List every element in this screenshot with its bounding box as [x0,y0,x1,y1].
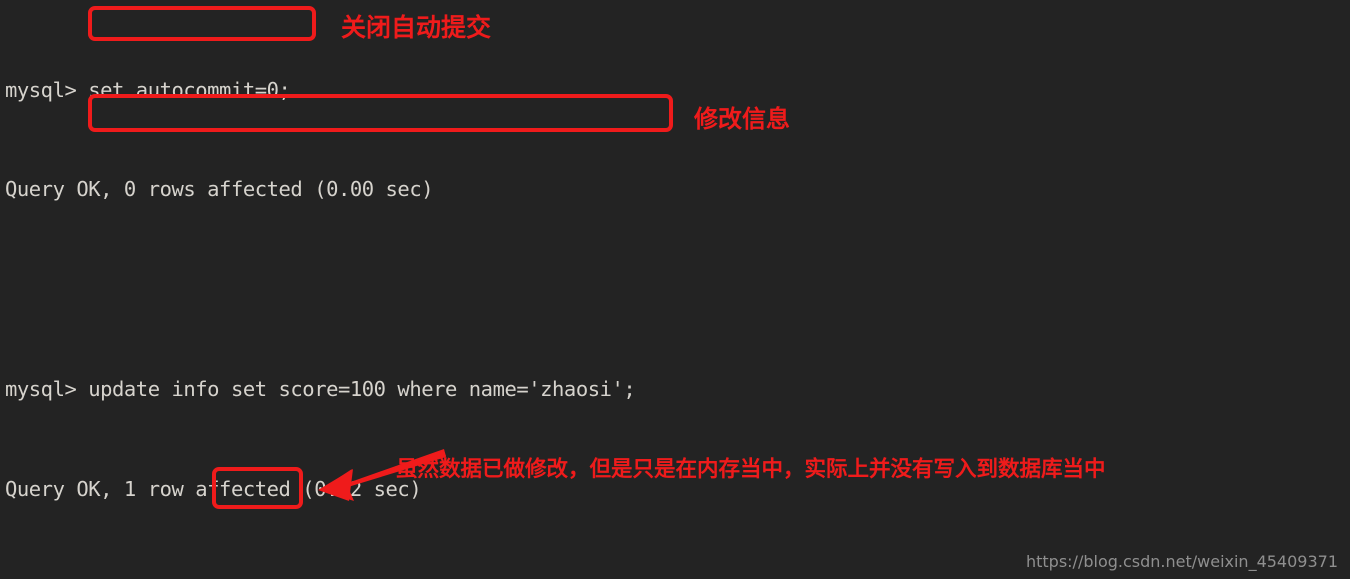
terminal-line-set-autocommit: mysql> set autocommit=0; [5,77,291,102]
terminal-output: mysql> set autocommit=0; Query OK, 0 row… [5,7,1345,579]
watermark-url: https://blog.csdn.net/weixin_45409371 [1025,552,1338,571]
annotation-disable-autocommit: 关闭自动提交 [341,13,492,42]
terminal-line-update: mysql> update info set score=100 where n… [5,377,636,402]
terminal-line-blank-1 [5,273,1345,306]
terminal-line-autocommit-result: Query OK, 0 rows affected (0.00 sec) [5,177,434,202]
terminal-line-update-stats: Rows matched: 1 Changed: 1 Warnings: 0 [5,573,1345,579]
annotation-in-memory-only: 虽然数据已做修改，但是只是在内存当中，实际上并没有写入到数据库当中 [396,457,1106,482]
annotation-modify-info: 修改信息 [694,105,790,133]
terminal-screen: mysql> set autocommit=0; Query OK, 0 row… [0,0,1350,579]
